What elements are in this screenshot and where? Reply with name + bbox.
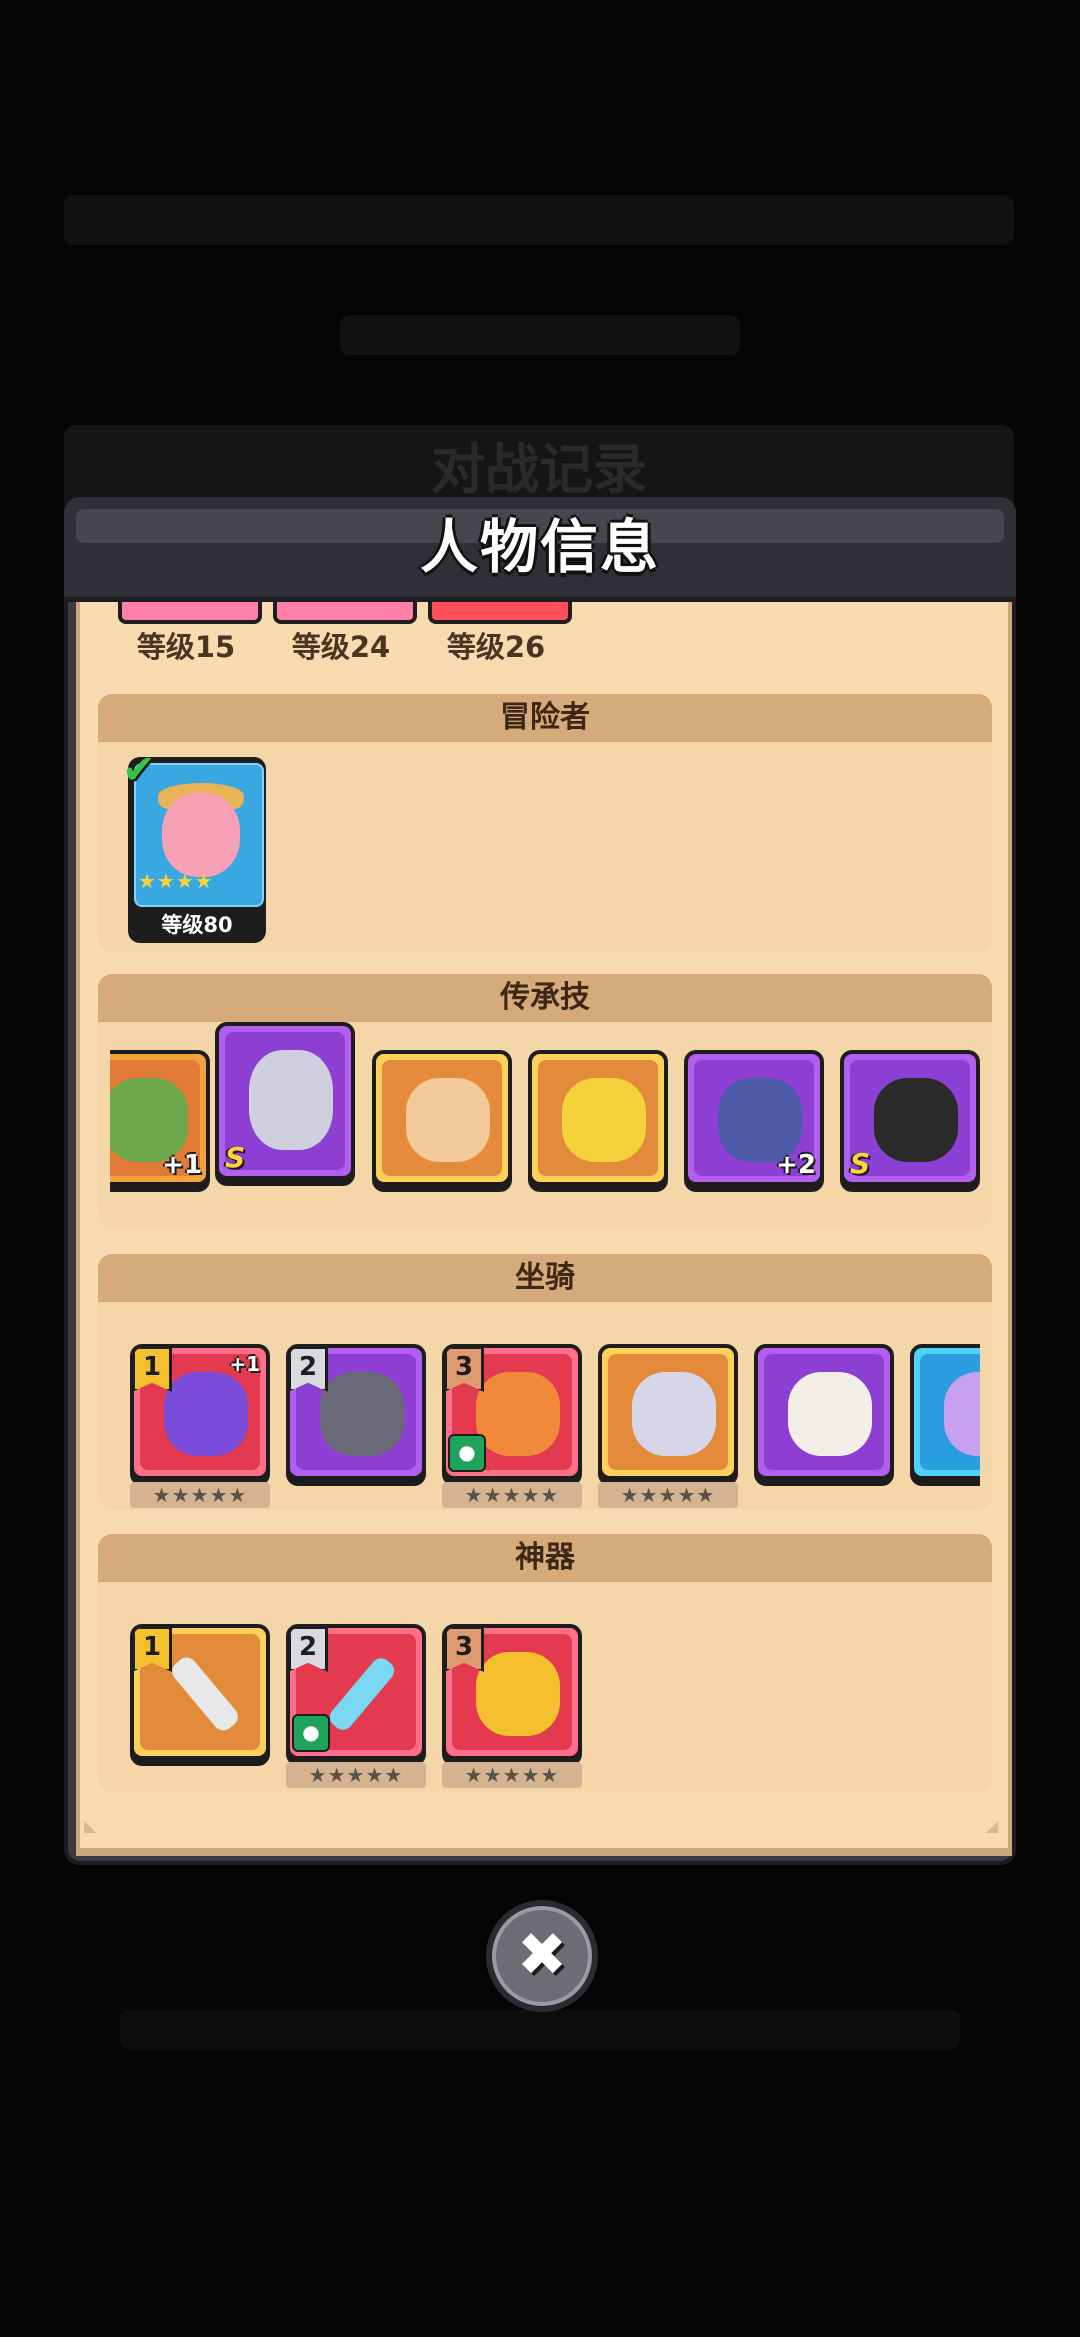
star-rating: ★★★★ <box>138 869 214 893</box>
mount-list[interactable]: 1 +1 ★★★★★ 2 3 ● ★★★★★ ★★★★★ <box>110 1302 980 1510</box>
blade-icon <box>325 1654 399 1734</box>
knight-icon <box>249 1050 333 1150</box>
close-button[interactable]: ✖ <box>486 1900 598 2012</box>
mount-card-seal[interactable]: 2 <box>286 1344 426 1480</box>
sword-icon <box>168 1653 242 1735</box>
level-label: 等级24 <box>291 630 391 664</box>
modal-title: 人物信息 <box>419 513 660 581</box>
cut-card <box>428 602 572 624</box>
artifact-section: 神器 1 2 ● ★★★★★ 3 ★★★★★ <box>98 1534 992 1792</box>
upgrade-badge: +1 <box>229 1352 260 1376</box>
artifact-card-key[interactable]: 3 <box>442 1624 582 1760</box>
mount-card-tiger[interactable]: 3 ● <box>442 1344 582 1480</box>
level-row: 等级15 等级24 等级26 <box>80 602 1008 672</box>
legacy-card-fish[interactable]: +2 <box>684 1050 824 1186</box>
mount-card-pelican[interactable] <box>754 1344 894 1480</box>
person-icon: ● <box>292 1714 330 1752</box>
mount-stars: ★★★★★ <box>130 1482 270 1508</box>
adventurer-section: 冒险者 ★★★★ 等级80 ✔ <box>98 694 992 952</box>
artifact-list: 1 2 ● ★★★★★ 3 ★★★★★ <box>110 1582 980 1792</box>
upgrade-badge: +2 <box>776 1150 816 1180</box>
character-info-modal: 人物信息 等级15 等级24 等级26 冒险者 ★★★★ 等级80 ✔ 传承技 … <box>64 497 1016 1865</box>
cow-icon <box>632 1372 716 1456</box>
scroll-corner-left: ◣ <box>84 1816 97 1835</box>
mount-card-cow[interactable] <box>598 1344 738 1480</box>
dragon-icon <box>164 1372 248 1456</box>
toucan-icon <box>874 1078 958 1162</box>
section-title-mount: 坐骑 <box>98 1254 992 1302</box>
legacy-card-banana[interactable] <box>528 1050 668 1186</box>
background-bar <box>340 315 740 355</box>
section-title-legacy: 传承技 <box>98 974 992 1022</box>
glasses-man-icon <box>406 1078 490 1162</box>
pelican-icon <box>788 1372 872 1456</box>
seal-icon <box>320 1372 404 1456</box>
legacy-card-orc[interactable]: +1 <box>110 1050 210 1186</box>
level-label: 等级15 <box>136 630 236 664</box>
upgrade-badge: +1 <box>162 1150 202 1180</box>
legacy-section: 传承技 +1 S +2 S <box>98 974 992 1228</box>
close-icon: ✖ <box>516 1920 568 1990</box>
mount-stars: ★★★★★ <box>442 1482 582 1508</box>
selected-check-icon: ✔ <box>122 747 156 793</box>
modal-header: 人物信息 <box>64 497 1016 602</box>
modal-content[interactable]: 等级15 等级24 等级26 冒险者 ★★★★ 等级80 ✔ 传承技 +1 S … <box>76 602 1012 1856</box>
section-title-adventurer: 冒险者 <box>98 694 992 742</box>
axolotl-icon <box>944 1372 980 1456</box>
banana-character-icon <box>562 1078 646 1162</box>
pig-character-icon <box>162 793 240 877</box>
rank-s-badge: S <box>850 1147 871 1180</box>
artifact-card-sword[interactable]: 1 <box>130 1624 270 1760</box>
cut-card <box>118 602 262 624</box>
background-bar <box>120 2010 960 2050</box>
mount-section: 坐骑 1 +1 ★★★★★ 2 3 ● ★★★★★ ★★★★★ <box>98 1254 992 1510</box>
person-icon: ● <box>448 1434 486 1472</box>
mount-card-axolotl[interactable] <box>910 1344 980 1480</box>
level-label: 等级26 <box>446 630 546 664</box>
tiger-icon <box>476 1372 560 1456</box>
artifact-stars: ★★★★★ <box>442 1762 582 1788</box>
rank-s-badge: S <box>225 1141 246 1174</box>
artifact-stars: ★★★★★ <box>286 1762 426 1788</box>
artifact-card-blade[interactable]: 2 ● <box>286 1624 426 1760</box>
legacy-list[interactable]: +1 S +2 S <box>110 1022 992 1228</box>
adventurer-card[interactable]: ★★★★ 等级80 ✔ <box>122 747 266 943</box>
background-bar <box>64 195 1014 245</box>
mount-card-dragon[interactable]: 1 +1 <box>130 1344 270 1480</box>
adventurer-level: 等级80 <box>161 913 233 937</box>
legacy-card-glasses-man[interactable] <box>372 1050 512 1186</box>
key-icon <box>476 1652 560 1736</box>
section-title-artifact: 神器 <box>98 1534 992 1582</box>
scroll-corner-right: ◢ <box>986 1816 999 1835</box>
cut-card <box>273 602 417 624</box>
legacy-card-knight[interactable]: S <box>215 1022 355 1180</box>
legacy-card-toucan[interactable]: S <box>840 1050 980 1186</box>
mount-stars: ★★★★★ <box>598 1482 738 1508</box>
